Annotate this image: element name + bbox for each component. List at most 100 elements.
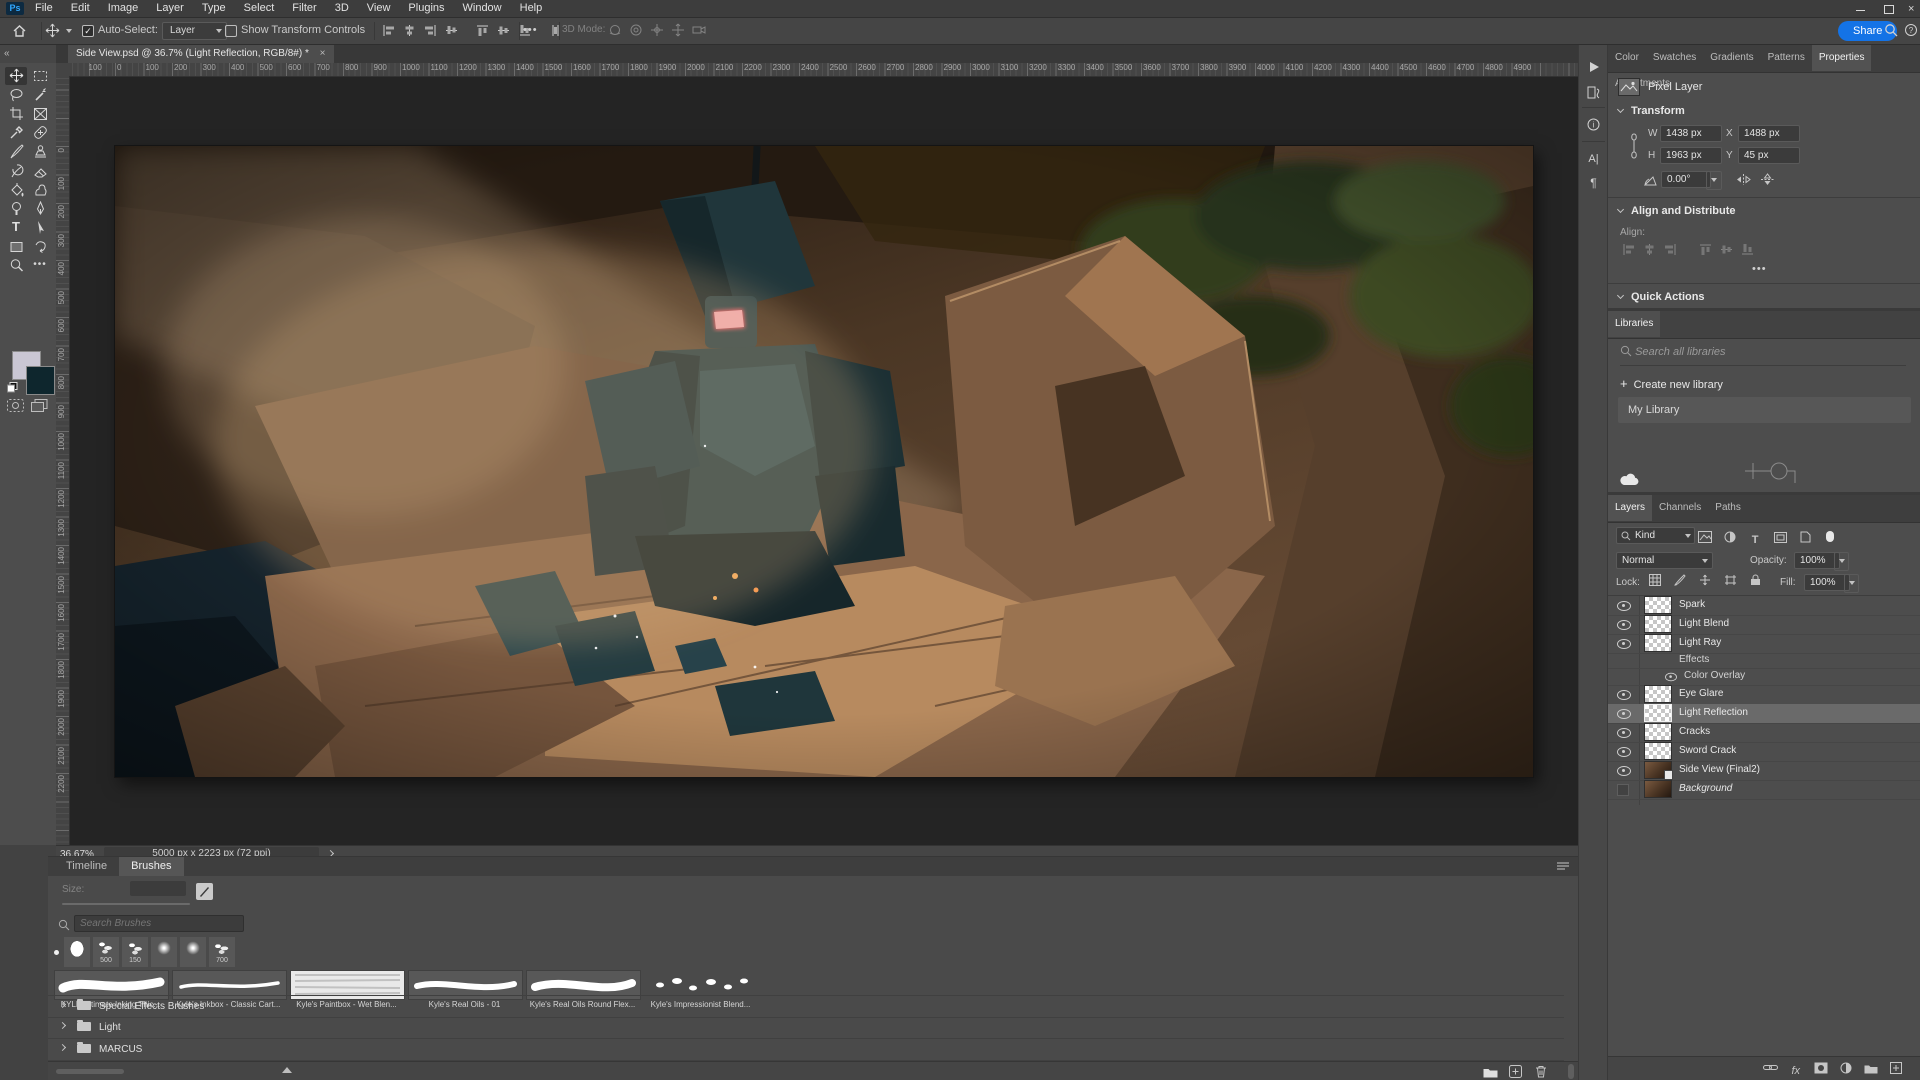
- transform-section-header[interactable]: Transform: [1618, 105, 1685, 117]
- layer-thumbnail[interactable]: [1645, 743, 1671, 759]
- align-more-button[interactable]: •••: [1752, 263, 1767, 275]
- new-group-icon[interactable]: [1860, 1063, 1882, 1077]
- dock-hscrollbar[interactable]: [56, 1069, 124, 1074]
- clone-stamp-tool[interactable]: [29, 143, 51, 161]
- dock-panel-menu-icon[interactable]: [1556, 861, 1570, 871]
- character-panel-icon[interactable]: A|: [1583, 149, 1604, 169]
- brush-folder-light[interactable]: Light: [48, 1017, 1564, 1039]
- default-colors-icon[interactable]: [7, 382, 18, 393]
- p-align-left-icon[interactable]: [1622, 243, 1640, 256]
- link-layers-icon[interactable]: [1760, 1061, 1782, 1077]
- tab-swatches[interactable]: Swatches: [1646, 45, 1703, 71]
- angle-field[interactable]: 0.00°: [1661, 171, 1711, 188]
- brush-tip-soft-round-2[interactable]: [180, 937, 206, 967]
- brush-tip-scatter-150[interactable]: 150: [122, 937, 148, 967]
- minimize-button[interactable]: [1856, 3, 1870, 13]
- tool-preset-chevron-icon[interactable]: [66, 29, 72, 33]
- auto-select-target-dropdown[interactable]: Layer: [162, 22, 227, 40]
- transform-w-field[interactable]: 1438 px: [1660, 125, 1722, 142]
- close-window-button[interactable]: ×: [1908, 3, 1920, 13]
- brush-tip-scatter-700[interactable]: 700: [209, 937, 235, 967]
- p-align-right-icon[interactable]: [1664, 243, 1682, 256]
- auto-select-checkbox[interactable]: ✓: [82, 25, 94, 37]
- help-icon[interactable]: ?: [1904, 23, 1919, 38]
- layer-mask-icon[interactable]: [1810, 1062, 1832, 1077]
- rotate-view-tool[interactable]: [29, 238, 51, 256]
- lock-all-icon[interactable]: [1744, 574, 1766, 589]
- distribute-horizontal-icon[interactable]: [445, 24, 463, 37]
- brush-tip-round[interactable]: [64, 937, 90, 967]
- filter-adjustment-icon[interactable]: [1719, 531, 1741, 546]
- p-align-vcenter-icon[interactable]: [1720, 243, 1738, 256]
- effect-eye-icon[interactable]: [1665, 673, 1677, 682]
- fill-dropdown[interactable]: [1844, 574, 1859, 593]
- layer-thumbnail[interactable]: [1645, 616, 1671, 632]
- lock-artboard-icon[interactable]: [1719, 574, 1741, 589]
- visibility-eye-icon[interactable]: [1617, 690, 1631, 700]
- p-align-bottom-icon[interactable]: [1741, 243, 1759, 256]
- document-tab-close-icon[interactable]: ×: [320, 48, 326, 59]
- tab-gradients[interactable]: Gradients: [1703, 45, 1760, 71]
- lock-pixels-icon[interactable]: [1669, 574, 1691, 589]
- zoom-tool[interactable]: [5, 257, 27, 275]
- tab-color[interactable]: Color: [1608, 45, 1646, 71]
- move-tool[interactable]: [5, 67, 27, 85]
- visibility-eye-icon[interactable]: [1617, 709, 1631, 719]
- layer-row-color-overlay[interactable]: Color Overlay: [1608, 668, 1920, 686]
- eraser-tool[interactable]: [29, 162, 51, 180]
- dock-new-brush-icon[interactable]: [1505, 1065, 1527, 1080]
- horizontal-ruler[interactable]: 1000100200300400500600700800900100011001…: [70, 63, 1578, 77]
- menu-edit[interactable]: Edit: [62, 0, 99, 16]
- adjustment-layer-icon[interactable]: [1835, 1062, 1857, 1077]
- screen-mode-button[interactable]: [31, 399, 48, 412]
- brush-tool[interactable]: [5, 143, 27, 161]
- paragraph-panel-icon[interactable]: ¶: [1583, 173, 1604, 193]
- brush-tip-soft-round-1[interactable]: [151, 937, 177, 967]
- opacity-dropdown[interactable]: [1834, 552, 1849, 571]
- align-top-edges-icon[interactable]: [476, 24, 494, 37]
- layer-thumbnail[interactable]: [1645, 781, 1671, 797]
- visibility-eye-empty[interactable]: [1617, 784, 1629, 796]
- new-layer-icon[interactable]: [1885, 1062, 1907, 1077]
- layer-row-sword-crack[interactable]: Sword Crack: [1608, 742, 1920, 762]
- menu-layer[interactable]: Layer: [147, 0, 193, 16]
- p-align-top-icon[interactable]: [1699, 243, 1717, 256]
- visibility-eye-icon[interactable]: [1617, 728, 1631, 738]
- pen-tool[interactable]: [29, 200, 51, 218]
- vertical-ruler[interactable]: 0100200300400500600700800900100011001200…: [56, 76, 70, 845]
- path-select-tool[interactable]: [29, 219, 51, 237]
- menu-window[interactable]: Window: [454, 0, 511, 16]
- layer-thumbnail[interactable]: [1645, 686, 1671, 702]
- brush-settings-button[interactable]: [196, 883, 213, 900]
- menu-select[interactable]: Select: [235, 0, 284, 16]
- create-library-button[interactable]: +Create new library: [1620, 376, 1723, 391]
- tab-paths[interactable]: Paths: [1708, 495, 1748, 521]
- lasso-tool[interactable]: [5, 86, 27, 104]
- layer-thumbnail[interactable]: [1645, 705, 1671, 721]
- transform-y-field[interactable]: 45 px: [1738, 147, 1800, 164]
- dock-collapse-arrow-icon[interactable]: [282, 1067, 292, 1073]
- visibility-eye-icon[interactable]: [1617, 620, 1631, 630]
- dodge-tool[interactable]: [5, 200, 27, 218]
- layer-row-light-ray[interactable]: Light Ray: [1608, 634, 1920, 654]
- angle-dropdown[interactable]: [1706, 171, 1722, 190]
- filter-type-icon[interactable]: T: [1744, 534, 1766, 546]
- tab-channels[interactable]: Channels: [1652, 495, 1708, 521]
- 3d-orbit-icon[interactable]: [608, 23, 626, 37]
- transform-link-icon[interactable]: [1628, 133, 1640, 159]
- layer-thumbnail[interactable]: [1645, 635, 1671, 651]
- layer-thumbnail[interactable]: [1645, 724, 1671, 740]
- filter-smart-object-icon[interactable]: [1794, 531, 1816, 546]
- layer-filter-kind-dropdown[interactable]: Kind: [1616, 527, 1682, 544]
- layer-row-side-view[interactable]: Side View (Final2): [1608, 761, 1920, 781]
- brush-size-field[interactable]: [130, 881, 186, 896]
- frame-tool[interactable]: [29, 105, 51, 123]
- visibility-eye-icon[interactable]: [1617, 747, 1631, 757]
- layer-style-fx-icon[interactable]: fx: [1785, 1065, 1807, 1077]
- filter-pixel-icon[interactable]: [1694, 531, 1716, 546]
- menu-view[interactable]: View: [358, 0, 400, 16]
- transform-h-field[interactable]: 1963 px: [1660, 147, 1722, 164]
- dock-vscrollbar[interactable]: [1568, 1064, 1574, 1079]
- paint-bucket-tool[interactable]: [5, 181, 27, 199]
- blend-mode-dropdown[interactable]: Normal: [1616, 552, 1713, 569]
